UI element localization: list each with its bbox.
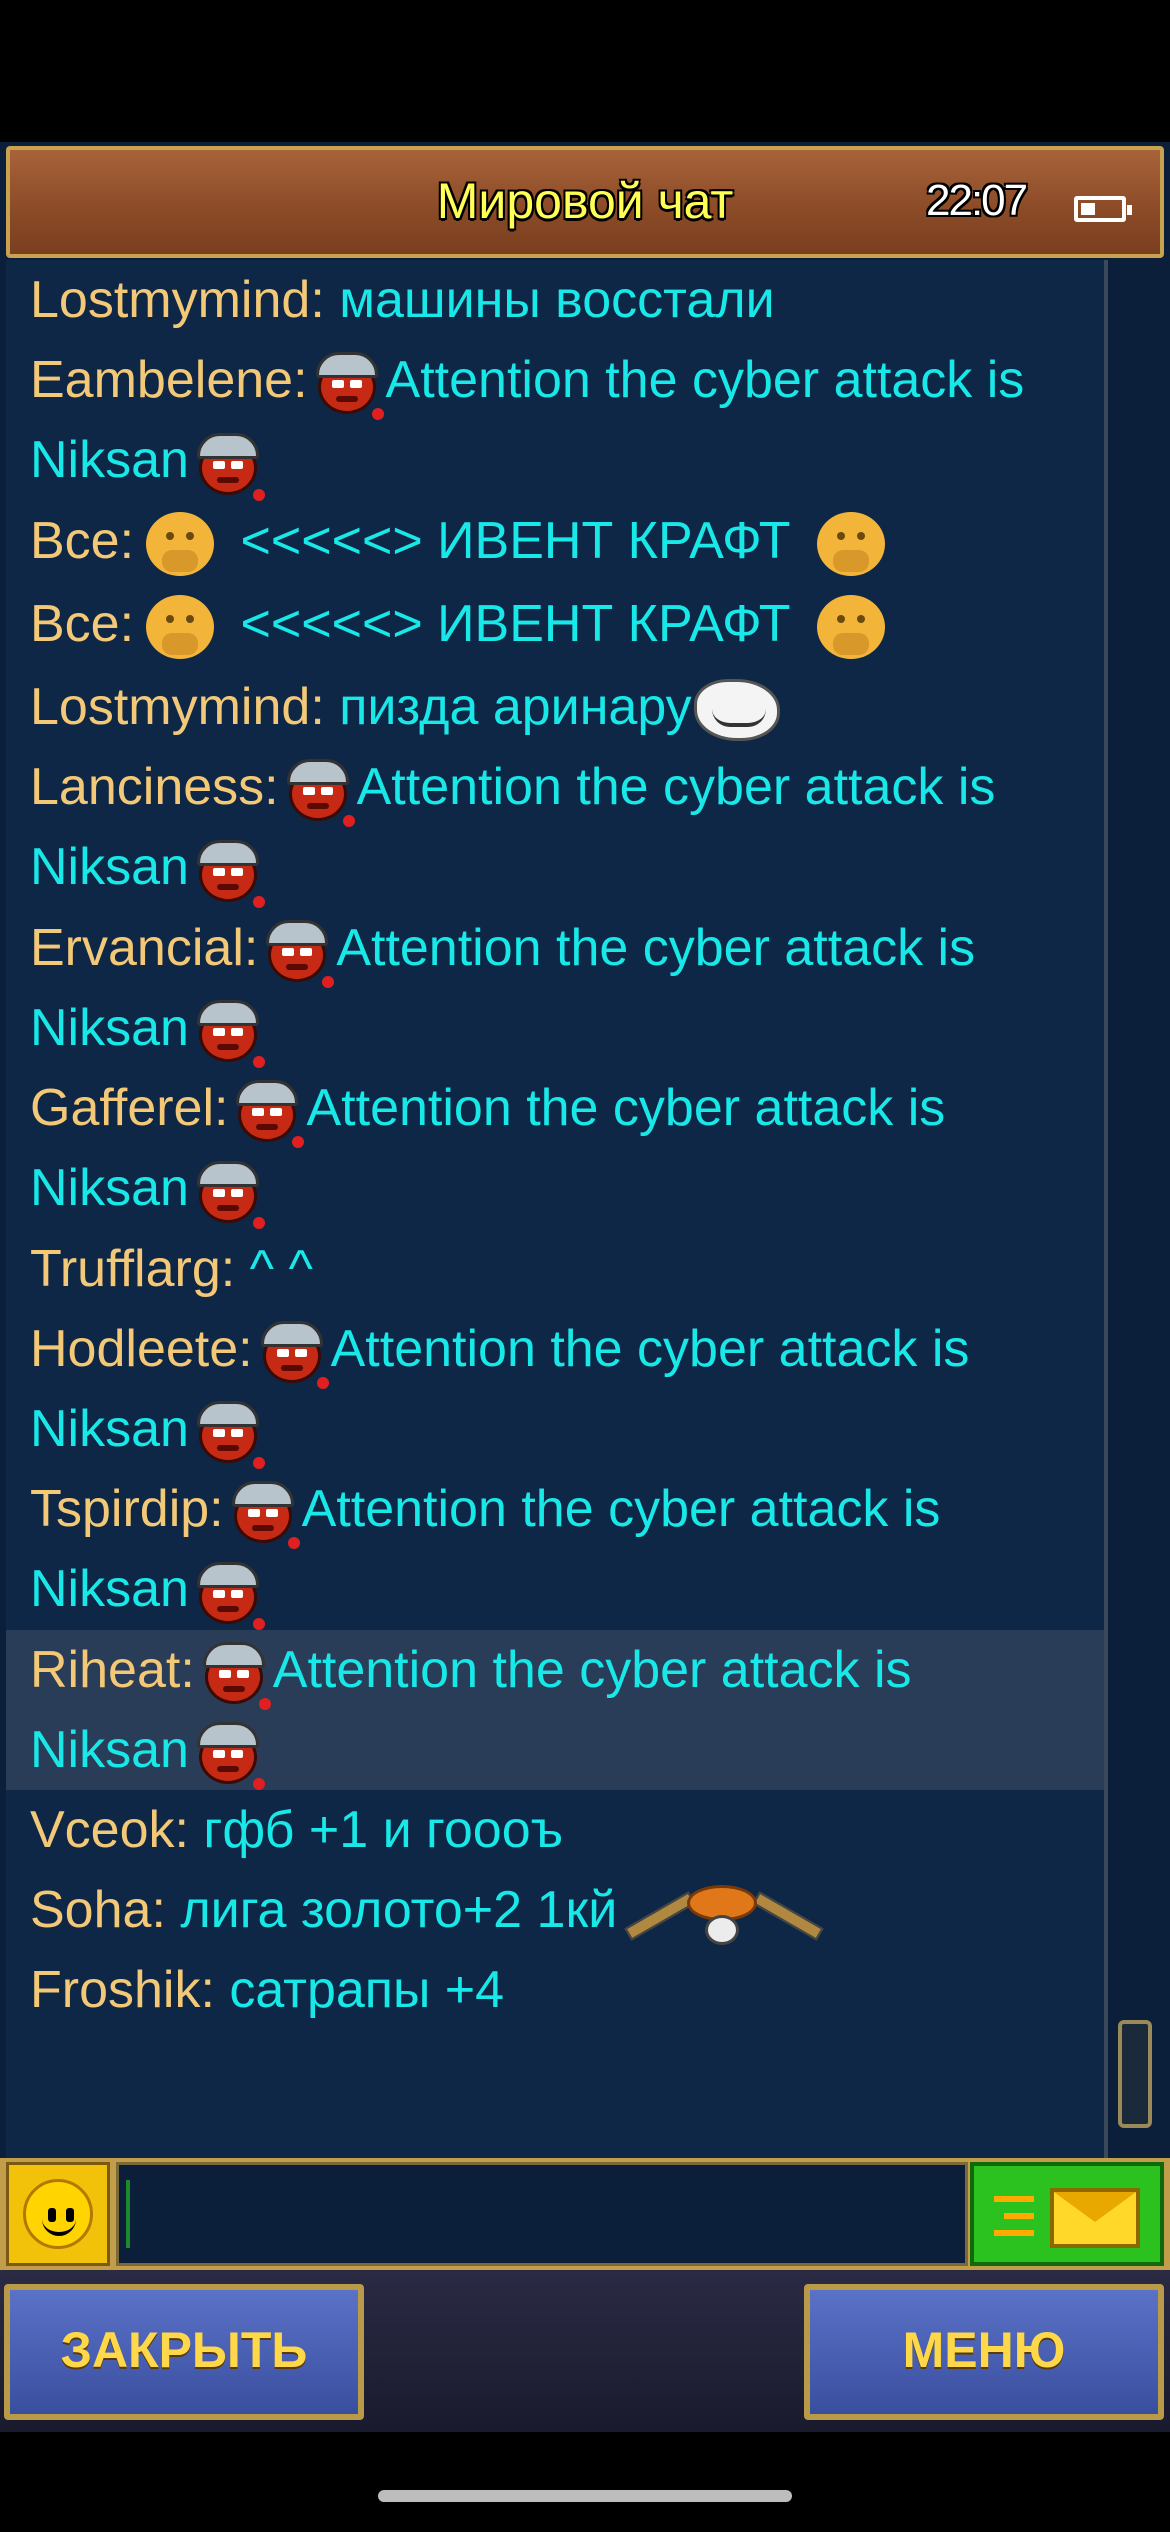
chat-message[interactable]: Lanciness: Attention the cyber attack is …: [6, 747, 1104, 908]
send-message-button[interactable]: [970, 2162, 1164, 2266]
speed-lines-icon: [994, 2196, 1034, 2236]
message-text: гфб +1 и гоооъ: [188, 1801, 564, 1860]
message-username[interactable]: Froshik:: [30, 1961, 215, 2019]
chat-message[interactable]: Gafferel: Attention the cyber attack is N…: [6, 1068, 1104, 1229]
menu-button[interactable]: МЕНЮ: [804, 2284, 1164, 2420]
message-text: <<<<<> ИВЕНТ КРАФТ: [226, 594, 805, 653]
message-username[interactable]: Gafferel:: [30, 1079, 228, 1137]
chat-message-list[interactable]: Lostmymind: машины восстали Eambelene: Att…: [6, 260, 1104, 2158]
message-username[interactable]: Все:: [30, 512, 134, 570]
message-username[interactable]: Lanciness:: [30, 758, 279, 816]
message-username[interactable]: Hodleete:: [30, 1320, 253, 1378]
chat-message[interactable]: Eambelene: Attention the cyber attack is …: [6, 340, 1104, 501]
message-username[interactable]: Riheat:: [30, 1641, 195, 1699]
devil-viking-icon: [191, 1716, 265, 1791]
chat-message[interactable]: Lostmymind: машины восстали: [6, 260, 1104, 340]
clock: 22:07: [926, 176, 1028, 225]
message-text: ^ ^: [235, 1239, 313, 1298]
message-text: <<<<<> ИВЕНТ КРАФТ: [226, 511, 805, 570]
chat-message[interactable]: Ervancial: Attention the cyber attack is …: [6, 908, 1104, 1069]
scrollbar-thumb[interactable]: [1118, 2020, 1152, 2128]
message-input[interactable]: [116, 2162, 968, 2266]
bottom-button-bar: ЗАКРЫТЬ МЕНЮ: [0, 2270, 1170, 2432]
message-username[interactable]: Eambelene:: [30, 351, 308, 409]
devil-viking-icon: [281, 753, 355, 828]
message-text: машины восстали: [324, 271, 775, 329]
message-username[interactable]: Ervancial:: [30, 919, 258, 977]
emoji-picker-button[interactable]: [6, 2162, 110, 2266]
devil-viking-icon: [230, 1074, 305, 1149]
chat-message[interactable]: Trufflarg: ^ ^: [6, 1229, 1104, 1309]
shy-smiley-icon: [811, 587, 891, 667]
chat-scrollbar[interactable]: [1104, 260, 1160, 2158]
devil-viking-icon: [226, 1475, 300, 1550]
troll-face-icon: [692, 675, 782, 745]
message-username[interactable]: Vceok:: [30, 1801, 189, 1859]
message-input-row: [0, 2158, 1170, 2270]
chat-message[interactable]: Tspirdip: Attention the cyber attack is N…: [6, 1469, 1104, 1630]
chat-message[interactable]: Hodleete: Attention the cyber attack is N…: [6, 1309, 1104, 1470]
chat-message[interactable]: Все: <<<<<> ИВЕНТ КРАФТ: [6, 501, 1104, 584]
chat-message[interactable]: Lostmymind: пизда аринару: [6, 667, 1104, 747]
text-caret: [126, 2180, 130, 2248]
shy-smiley-icon: [140, 587, 220, 667]
chat-header: Мировой чат 22:07: [6, 146, 1164, 258]
message-username[interactable]: Tspirdip:: [30, 1480, 224, 1538]
shy-smiley-icon: [140, 504, 220, 584]
devil-viking-icon: [191, 1556, 265, 1630]
message-text: пизда аринару: [324, 678, 692, 737]
shy-smiley-icon: [811, 504, 891, 584]
chat-message[interactable]: Все: <<<<<> ИВЕНТ КРАФТ: [6, 584, 1104, 667]
chat-message[interactable]: Froshik: сатрапы +4: [6, 1950, 1104, 2030]
devil-viking-icon: [191, 1395, 265, 1470]
message-username[interactable]: Все:: [30, 595, 134, 653]
devil-viking-icon: [260, 914, 335, 988]
devil-viking-icon: [191, 427, 265, 501]
devil-viking-icon: [191, 994, 265, 1069]
chat-message[interactable]: Soha: лига золото+2 1кй: [6, 1870, 1104, 1950]
devil-viking-icon: [197, 1636, 271, 1710]
sombrero-skull-icon: [617, 1879, 827, 1949]
chat-message[interactable]: Riheat: Attention the cyber attack is Nik…: [6, 1629, 1104, 1791]
close-button[interactable]: ЗАКРЫТЬ: [4, 2284, 364, 2420]
battery-icon: [1074, 196, 1132, 222]
message-username[interactable]: Trufflarg:: [30, 1240, 235, 1298]
message-text: лига золото+2 1кй: [165, 1881, 618, 1940]
message-username[interactable]: Soha:: [30, 1881, 166, 1939]
home-indicator[interactable]: [378, 2490, 792, 2502]
devil-viking-icon: [191, 834, 265, 908]
message-username[interactable]: Lostmymind:: [30, 271, 325, 329]
smiley-face-icon: [23, 2179, 93, 2249]
envelope-send-icon: [1050, 2188, 1140, 2248]
chat-message[interactable]: Vceok: гфб +1 и гоооъ: [6, 1790, 1104, 1870]
message-text: сатрапы +4: [214, 1961, 505, 2020]
message-username[interactable]: Lostmymind:: [30, 678, 325, 736]
devil-viking-icon: [310, 346, 384, 421]
devil-viking-icon: [255, 1315, 329, 1389]
devil-viking-icon: [191, 1155, 265, 1229]
